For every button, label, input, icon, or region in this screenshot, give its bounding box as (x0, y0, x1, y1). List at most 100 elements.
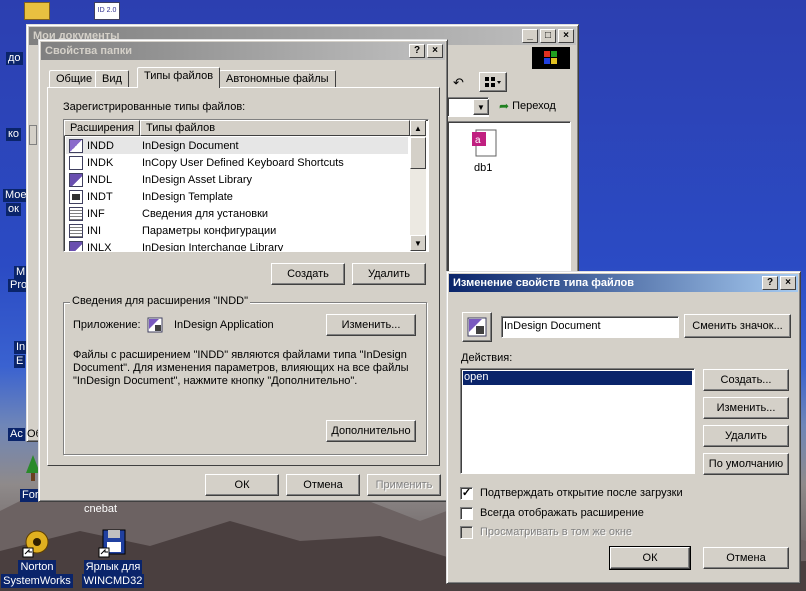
table-row[interactable]: INI Параметры конфигурации (66, 222, 408, 239)
views-icon (485, 77, 501, 87)
undo-icon[interactable]: ↶ (453, 75, 464, 91)
folder-options-title: Свойства папки (45, 45, 133, 57)
file-type-icon (69, 223, 83, 238)
confirm-open-label[interactable]: Подтверждать открытие после загрузки (480, 487, 683, 499)
row-extension-text: INDK (87, 156, 114, 169)
desktop-icon-label[interactable]: ко (6, 128, 22, 141)
browse-same-window-checkbox[interactable] (460, 526, 473, 539)
ok-button[interactable]: ОК (609, 546, 691, 570)
desktop-icon-label[interactable]: Ac (8, 428, 25, 441)
indesign-app-icon (147, 317, 163, 333)
row-type-text: InDesign Document (142, 139, 239, 152)
show-extension-checkbox[interactable] (460, 507, 473, 520)
file-type-icon (462, 312, 492, 342)
row-type-text: Сведения для установки (142, 207, 269, 220)
floppy-icon (97, 528, 129, 558)
desktop-icon-label[interactable]: ок (6, 203, 21, 216)
file-name-label[interactable]: db1 (474, 162, 492, 174)
column-header-extension[interactable]: Расширения (64, 120, 140, 136)
desktop-icon-label[interactable]: Мое (3, 189, 29, 202)
delete-action-button[interactable]: Удалить (703, 425, 789, 447)
confirm-open-checkbox[interactable]: ✓ (460, 487, 473, 500)
table-row[interactable]: INF Сведения для установки (66, 205, 408, 222)
go-label: Переход (512, 100, 556, 112)
show-extension-label[interactable]: Всегда отображать расширение (480, 507, 644, 519)
maximize-button[interactable]: □ (540, 29, 556, 43)
address-dropdown-button[interactable]: ▼ (473, 99, 489, 115)
folder-options-dialog[interactable]: Свойства папки ? × Общие Вид Типы файлов… (38, 39, 448, 502)
file-types-list[interactable]: Расширения Типы файлов INDD InDesign Docu… (63, 119, 429, 252)
id-file-icon[interactable]: ID 2.0 (94, 2, 120, 20)
delete-type-button[interactable]: Удалить (352, 263, 426, 285)
column-header-type[interactable]: Типы файлов (140, 120, 410, 136)
tab-general[interactable]: Общие (49, 70, 100, 88)
row-type-text: InDesign Interchange Library (142, 241, 284, 252)
change-icon-button[interactable]: Сменить значок... (684, 314, 791, 338)
help-button[interactable]: ? (409, 44, 425, 58)
edit-file-type-title: Изменение свойств типа файлов (453, 277, 635, 289)
norton-icon (21, 528, 53, 558)
row-type-text: InCopy User Defined Keyboard Shortcuts (142, 156, 344, 169)
close-button[interactable]: × (780, 276, 796, 290)
table-row[interactable]: INDK InCopy User Defined Keyboard Shortcu… (66, 154, 408, 171)
tab-view[interactable]: Вид (95, 70, 129, 88)
help-button[interactable]: ? (762, 276, 778, 290)
action-item-open[interactable]: open (463, 371, 692, 385)
minimize-button[interactable]: _ (522, 29, 538, 43)
edit-action-button[interactable]: Изменить... (703, 397, 789, 419)
close-button[interactable]: × (427, 44, 443, 58)
file-type-icon (69, 172, 83, 187)
row-extension: INI (66, 223, 142, 238)
browse-same-window-label[interactable]: Просматривать в том же окне (480, 526, 632, 538)
svg-text:a: a (475, 135, 481, 146)
cancel-button[interactable]: Отмена (703, 547, 789, 569)
access-file-icon[interactable]: a (470, 128, 500, 160)
advanced-button[interactable]: Дополнительно (326, 420, 416, 442)
views-button[interactable] (479, 72, 507, 92)
row-extension: INDD (66, 138, 142, 153)
side-toolbar-frame (29, 125, 37, 145)
file-type-icon (69, 206, 83, 221)
row-extension: INDL (66, 172, 142, 187)
desktop-icon-label[interactable]: cnebat (84, 503, 117, 515)
scroll-down-button[interactable]: ▼ (410, 235, 426, 251)
table-row[interactable]: INDT InDesign Template (66, 188, 408, 205)
row-extension-text: INI (87, 224, 102, 237)
row-extension-text: INDL (87, 173, 113, 186)
tab-offline-files[interactable]: Автономные файлы (219, 70, 336, 88)
desktop-icon-norton[interactable]: Norton SystemWorks (0, 528, 74, 588)
table-row[interactable]: INDD InDesign Document (66, 137, 408, 154)
create-type-button[interactable]: Создать (271, 263, 345, 285)
row-type-text: InDesign Asset Library (142, 173, 253, 186)
row-extension: INF (66, 206, 142, 221)
actions-list[interactable]: open (460, 368, 695, 474)
cancel-button[interactable]: Отмена (286, 474, 360, 496)
application-label: Приложение: (73, 319, 141, 331)
row-type-text: InDesign Template (142, 190, 233, 203)
scroll-thumb[interactable] (410, 137, 426, 169)
edit-file-type-titlebar[interactable]: Изменение свойств типа файлов ? × (449, 274, 798, 292)
set-default-button[interactable]: По умолчанию (703, 453, 789, 475)
edit-file-type-dialog[interactable]: Изменение свойств типа файлов ? × InDesi… (446, 271, 801, 584)
application-name: InDesign Application (174, 319, 274, 331)
row-extension: INLX (66, 240, 142, 252)
create-action-button[interactable]: Создать... (703, 369, 789, 391)
close-button[interactable]: × (558, 29, 574, 43)
go-button[interactable]: ➦ Переход (499, 99, 556, 113)
ok-button[interactable]: ОК (205, 474, 279, 496)
scroll-up-button[interactable]: ▲ (410, 120, 426, 136)
row-extension-text: INLX (87, 241, 112, 252)
desktop-icon-label[interactable]: до (6, 52, 23, 65)
change-app-button[interactable]: Изменить... (326, 314, 416, 336)
folder-icon[interactable] (24, 2, 50, 20)
apply-button[interactable]: Применить (367, 474, 441, 496)
list-scrollbar[interactable]: ▲ ▼ (410, 120, 426, 251)
folder-options-titlebar[interactable]: Свойства папки ? × (41, 42, 445, 60)
tab-file-types[interactable]: Типы файлов (137, 67, 221, 88)
table-row[interactable]: INLX InDesign Interchange Library (66, 239, 408, 252)
desktop-icon-label[interactable]: E (14, 355, 26, 368)
desktop-icon-wincmd[interactable]: Ярлык для WINCMD32 (76, 528, 150, 588)
extension-description: Файлы с расширением "INDD" являются файл… (73, 349, 409, 387)
type-name-input[interactable]: InDesign Document (501, 316, 679, 338)
table-row[interactable]: INDL InDesign Asset Library (66, 171, 408, 188)
